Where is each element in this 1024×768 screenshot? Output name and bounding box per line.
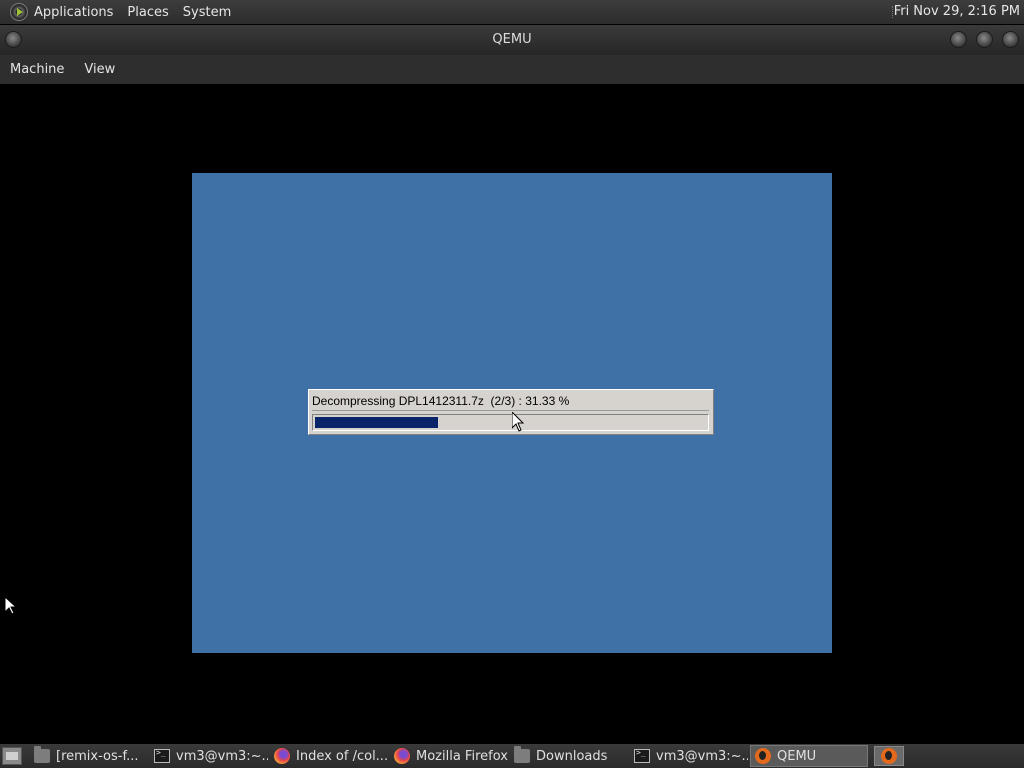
folder-icon	[514, 746, 530, 763]
taskbar-task[interactable]: QEMU	[750, 745, 868, 767]
progress-bar	[312, 414, 709, 431]
taskbar-task-label: vm3@vm3:~...	[176, 748, 268, 764]
terminal-icon	[634, 748, 650, 763]
progress-bar-fill	[315, 417, 438, 428]
applications-menu-icon[interactable]	[10, 3, 28, 21]
menu-view[interactable]: View	[84, 62, 115, 77]
tray-qemu-icon[interactable]	[874, 746, 904, 766]
taskbar-task[interactable]: vm3@vm3:~...	[630, 745, 748, 767]
maximize-button[interactable]	[976, 31, 993, 48]
taskbar-task[interactable]: vm3@vm3:~...	[150, 745, 268, 767]
taskbar-task-label: Mozilla Firefox	[416, 748, 508, 764]
window-titlebar[interactable]: QEMU	[0, 25, 1024, 55]
qemu-icon	[881, 748, 897, 764]
taskbar-task-label: Index of /col...	[296, 748, 388, 764]
firefox-icon	[394, 748, 410, 764]
taskbar-task-label: [remix-os-f...	[56, 748, 139, 764]
top-panel: Applications Places System Fri Nov 29, 2…	[0, 0, 1024, 24]
taskbar-task[interactable]: [remix-os-f...	[30, 745, 148, 767]
taskbar-task[interactable]: Index of /col...	[270, 745, 388, 767]
menu-applications[interactable]: Applications	[34, 5, 113, 20]
firefox-icon	[274, 748, 290, 764]
minimize-button[interactable]	[950, 31, 967, 48]
folder-icon	[34, 746, 50, 763]
window-title: QEMU	[492, 32, 532, 47]
taskbar-task-label: vm3@vm3:~...	[656, 748, 748, 764]
close-button[interactable]	[1002, 31, 1019, 48]
menu-system[interactable]: System	[183, 5, 231, 20]
qemu-icon	[755, 748, 771, 764]
vm-display[interactable]: Decompressing DPL1412311.7z (2/3) : 31.3…	[192, 173, 832, 653]
terminal-icon	[154, 748, 170, 763]
menu-places[interactable]: Places	[127, 5, 168, 20]
clock[interactable]: Fri Nov 29, 2:16 PM	[894, 4, 1020, 19]
show-desktop-icon[interactable]	[2, 747, 22, 765]
menu-machine[interactable]: Machine	[10, 62, 64, 77]
window-menubar: Machine View	[0, 55, 1024, 84]
taskbar-task[interactable]: Downloads	[510, 745, 628, 767]
task-list: [remix-os-f... vm3@vm3:~... Index of /col.…	[30, 745, 870, 767]
taskbar-task-label: Downloads	[536, 748, 608, 764]
dialog-divider	[312, 410, 709, 411]
taskbar: [remix-os-f... vm3@vm3:~... Index of /col.…	[0, 744, 1024, 768]
taskbar-task[interactable]: Mozilla Firefox	[390, 745, 508, 767]
taskbar-task-label: QEMU	[777, 748, 817, 764]
progress-status-text: Decompressing DPL1412311.7z (2/3) : 31.3…	[312, 394, 570, 408]
progress-dialog: Decompressing DPL1412311.7z (2/3) : 31.3…	[308, 389, 714, 435]
